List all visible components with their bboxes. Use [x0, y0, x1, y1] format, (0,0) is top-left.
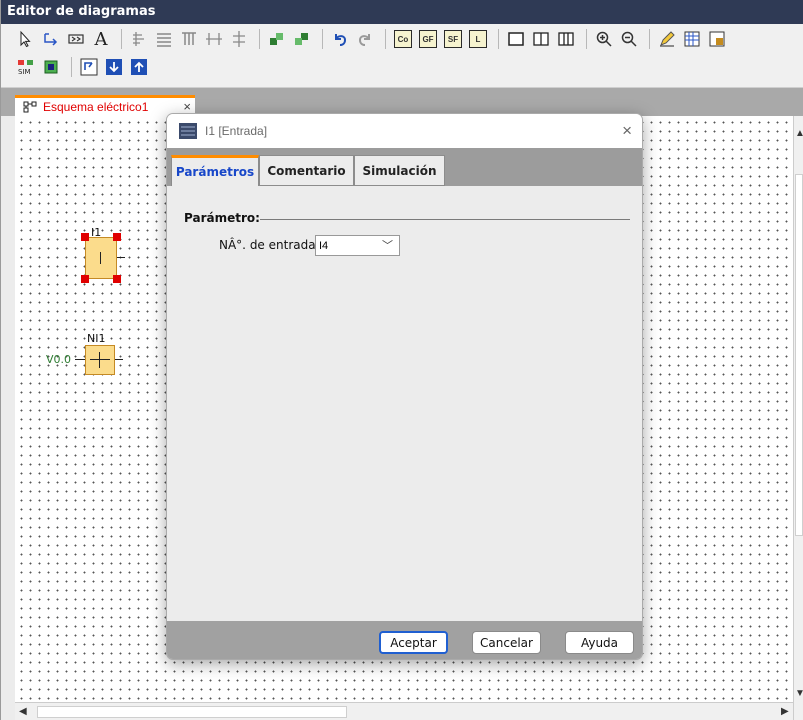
- tab-parametros[interactable]: Parámetros: [171, 155, 259, 186]
- svg-text:SIM: SIM: [18, 68, 31, 76]
- align-vertical-icon[interactable]: [128, 28, 150, 50]
- select-pointer-icon[interactable]: [15, 28, 37, 50]
- accept-button[interactable]: Aceptar: [379, 631, 448, 654]
- block-output-wire: [117, 257, 125, 258]
- table-view-icon[interactable]: [681, 28, 703, 50]
- dialog-footer: Aceptar Cancelar Ayuda: [167, 621, 642, 659]
- network-input-block-ni1[interactable]: [85, 345, 115, 375]
- tab-label: Esquema eléctrico1: [43, 100, 149, 114]
- logo-app-icon: [179, 123, 197, 139]
- redo-icon[interactable]: [354, 28, 376, 50]
- zoom-out-icon[interactable]: [618, 28, 640, 50]
- window-title: Editor de diagramas: [1, 0, 803, 24]
- tab-simulacion[interactable]: Simulación: [354, 155, 445, 186]
- connect-icon[interactable]: [40, 28, 62, 50]
- cancel-button[interactable]: Cancelar: [472, 631, 541, 654]
- block-symbol: [90, 359, 110, 360]
- input-number-label: NÂ°. de entrada:: [219, 238, 320, 252]
- single-view-icon[interactable]: [505, 28, 527, 50]
- block-name-label: NI1: [87, 332, 106, 345]
- vertical-scroll-thumb[interactable]: [795, 174, 803, 536]
- dialog-body: Parámetro: NÂ°. de entrada: I4 ﹀: [167, 186, 642, 621]
- dialog-tabs: Parámetros Comentario Simulación: [167, 148, 642, 186]
- module-icon[interactable]: [706, 28, 728, 50]
- block-input-label: V0.0: [46, 353, 72, 366]
- tab-comentario[interactable]: Comentario: [259, 155, 354, 186]
- dialog-close-icon[interactable]: ×: [622, 121, 632, 141]
- group-divider: [260, 219, 630, 220]
- split-two-icon[interactable]: [530, 28, 552, 50]
- toolbar-separator: [71, 57, 72, 77]
- horizontal-scroll-thumb[interactable]: [37, 706, 347, 718]
- block-tool-icon[interactable]: [65, 28, 87, 50]
- document-tabstrip: Esquema eléctrico1 ×: [1, 88, 803, 116]
- bring-front-icon[interactable]: [266, 28, 288, 50]
- distribute-vertical-icon[interactable]: [228, 28, 250, 50]
- scroll-up-icon[interactable]: ▲: [795, 128, 803, 139]
- scroll-down-icon[interactable]: ▼: [795, 688, 803, 699]
- toolbar-separator: [586, 29, 587, 49]
- toolbar-separator: [649, 29, 650, 49]
- help-button[interactable]: Ayuda: [565, 631, 634, 654]
- vertical-scrollbar[interactable]: ▲ ▼: [793, 116, 803, 720]
- dialog-titlebar[interactable]: I1 [Entrada] ×: [167, 114, 642, 148]
- toolbar-separator: [259, 29, 260, 49]
- resize-handle[interactable]: [81, 233, 89, 241]
- align-top-icon[interactable]: [178, 28, 200, 50]
- undo-icon[interactable]: [329, 28, 351, 50]
- toolbar-row-2: SIM: [15, 56, 153, 78]
- constant-blocks-button[interactable]: Co: [392, 28, 414, 50]
- toolbar-separator: [322, 29, 323, 49]
- chevron-down-icon: ﹀: [382, 240, 393, 252]
- resize-handle[interactable]: [113, 275, 121, 283]
- upload-from-device-icon[interactable]: [128, 56, 150, 78]
- text-tool-icon[interactable]: A: [90, 28, 112, 50]
- block-symbol: [100, 252, 101, 264]
- basic-functions-button[interactable]: GF: [417, 28, 439, 50]
- horizontal-scrollbar[interactable]: ◀ ▶: [15, 702, 793, 720]
- block-output-wire: [115, 359, 123, 360]
- distribute-horizontal-icon[interactable]: [203, 28, 225, 50]
- block-properties-dialog: I1 [Entrada] × Parámetros Comentario Sim…: [166, 113, 643, 660]
- special-functions-button[interactable]: SF: [442, 28, 464, 50]
- parameter-group-title: Parámetro:: [184, 211, 260, 225]
- zoom-in-icon[interactable]: [593, 28, 615, 50]
- input-number-select[interactable]: I4 ﹀: [315, 235, 400, 256]
- pen-edit-icon[interactable]: [656, 28, 678, 50]
- resize-handle[interactable]: [81, 275, 89, 283]
- toolbar-separator: [385, 29, 386, 49]
- scroll-right-icon[interactable]: ▶: [781, 706, 789, 717]
- send-back-icon[interactable]: [291, 28, 313, 50]
- tab-close-icon[interactable]: ×: [183, 99, 191, 114]
- download-to-device-icon[interactable]: [103, 56, 125, 78]
- block-symbol: [99, 352, 100, 368]
- circuit-diagram-icon: [23, 101, 37, 113]
- toolbar-separator: [121, 29, 122, 49]
- resize-handle[interactable]: [113, 233, 121, 241]
- input-block-i1[interactable]: [85, 237, 117, 279]
- block-input-wire: [75, 359, 85, 360]
- toolbar-row-1: A Co GF SF L: [15, 28, 731, 50]
- online-test-icon[interactable]: [40, 56, 62, 78]
- select-value: I4: [319, 239, 329, 252]
- split-three-icon[interactable]: [555, 28, 577, 50]
- toolbar: A Co GF SF L SIM: [1, 24, 803, 88]
- scroll-left-icon[interactable]: ◀: [19, 706, 27, 717]
- tab-esquema-electrico[interactable]: Esquema eléctrico1 ×: [15, 95, 195, 116]
- ladder-button[interactable]: L: [467, 28, 489, 50]
- align-center-icon[interactable]: [153, 28, 175, 50]
- toolbar-separator: [498, 29, 499, 49]
- transfer-icon[interactable]: [78, 56, 100, 78]
- dialog-title: I1 [Entrada]: [205, 124, 268, 138]
- simulation-icon[interactable]: SIM: [15, 56, 37, 78]
